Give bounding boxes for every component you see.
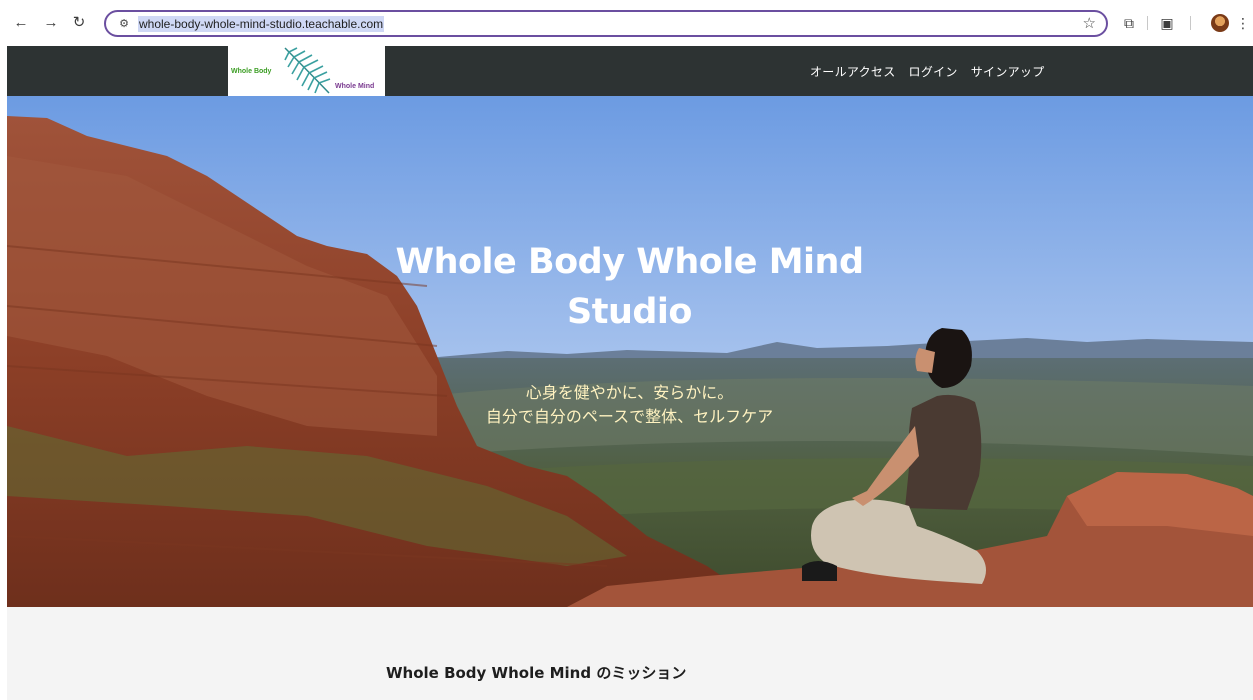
url-text[interactable]: whole-body-whole-mind-studio.teachable.c… [138,16,385,32]
forward-arrow-icon[interactable]: → [42,14,60,32]
profile-avatar[interactable] [1211,14,1229,32]
site-nav: オールアクセス ログイン サインアップ [810,63,1045,80]
logo-text-bottom: Whole Mind [335,83,375,90]
menu-kebab-icon[interactable]: ⋮ [1236,13,1250,33]
hero-landscape-image [7,96,1253,607]
hero-subtitle-line2: 自分で自分のペースで整体、セルフケア [485,407,774,426]
nav-signup[interactable]: サインアップ [971,63,1045,80]
mission-section: Whole Body Whole Mind のミッション [7,607,1253,700]
extensions-icon[interactable]: ⧉ [1119,13,1139,33]
nav-all-access[interactable]: オールアクセス [810,63,896,80]
hero-title: Whole Body Whole Mind Studio [327,237,932,337]
back-arrow-icon[interactable]: ← [12,14,30,32]
fern-icon [284,47,331,94]
hero-title-line1: Whole Body Whole Mind [395,242,864,282]
bookmark-star-icon[interactable]: ☆ [1083,15,1096,33]
toolbar-separator [1147,16,1148,30]
hero-title-line2: Studio [567,292,692,332]
tab-search-icon[interactable]: ▣ [1157,13,1177,33]
hero-subtitle-line1: 心身を健やかに、安らかに。 [525,383,734,402]
hero-banner: Whole Body Whole Mind Studio 心身を健やかに、安らか… [7,96,1253,607]
address-bar[interactable]: ⚙ whole-body-whole-mind-studio.teachable… [104,10,1108,37]
nav-login[interactable]: ログイン [909,63,958,80]
site-info-icon[interactable]: ⚙ [116,16,132,32]
site-logo[interactable]: Whole Body Whole Mind [228,46,385,96]
logo-text-top: Whole Body [231,68,272,75]
reload-icon[interactable]: ↻ [70,14,88,32]
browser-toolbar: ← → ↻ ⚙ whole-body-whole-mind-studio.tea… [0,0,1253,46]
toolbar-separator [1190,16,1191,30]
hero-subtitle: 心身を健やかに、安らかに。 自分で自分のペースで整体、セルフケア [327,381,932,429]
mission-heading: Whole Body Whole Mind のミッション [386,664,687,682]
site-header: Whole Body Whole Mind オールアクセス ログイン サインアッ… [7,46,1253,96]
